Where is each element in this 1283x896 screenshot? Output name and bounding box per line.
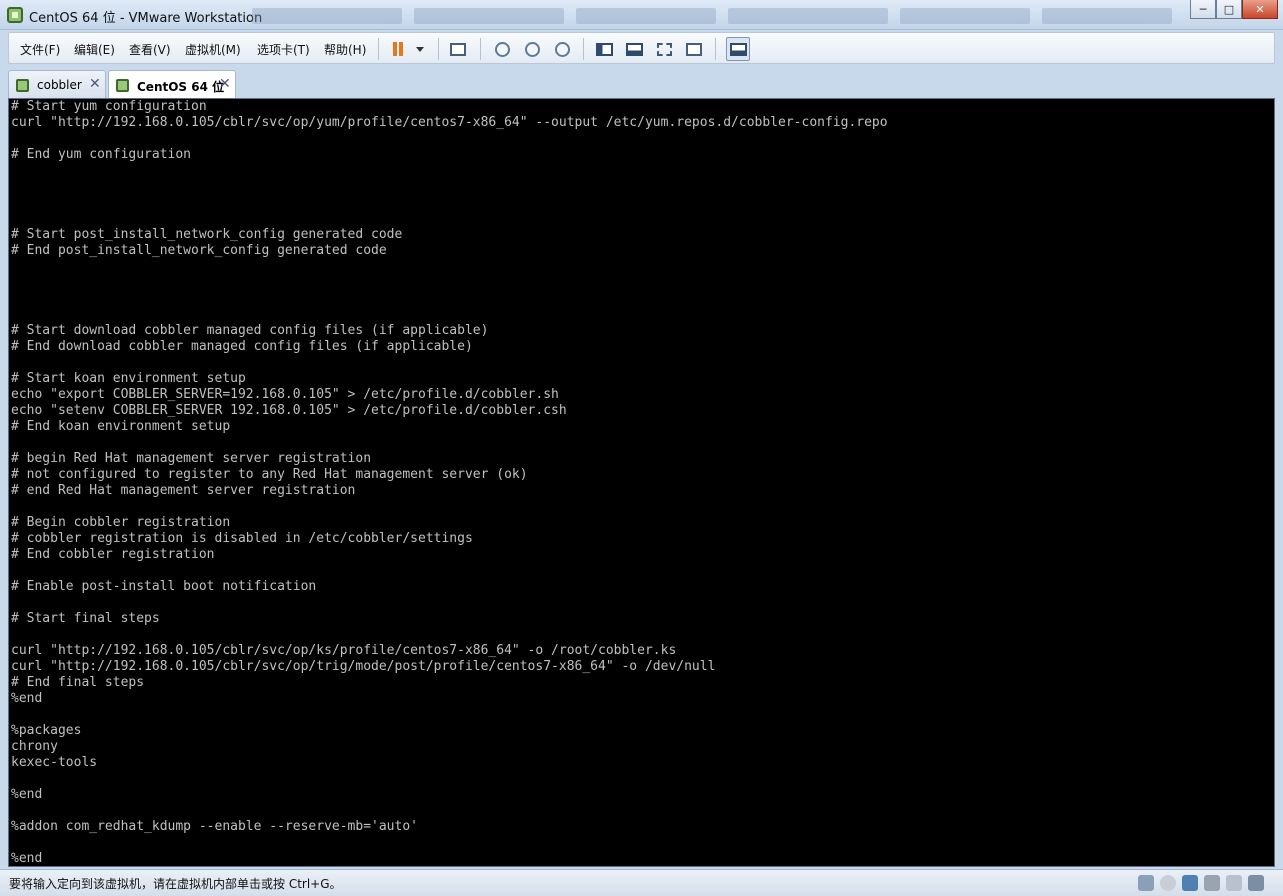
full-screen-icon[interactable]	[654, 39, 674, 59]
vm-icon	[16, 79, 29, 92]
console-line: # Start koan environment setup	[11, 371, 246, 386]
background-taskbar-strip	[252, 8, 1172, 24]
menu-toolbar: 文件(F) 编辑(E) 查看(V) 虚拟机(M) 选项卡(T) 帮助(H)	[8, 32, 1275, 64]
vmware-app-icon	[7, 7, 23, 23]
close-icon[interactable]: ✕	[89, 76, 101, 92]
toolbar-separator	[583, 38, 584, 60]
console-line: # cobbler registration is disabled in /e…	[11, 531, 473, 546]
hard-disk-icon[interactable]	[1138, 875, 1154, 891]
menu-view[interactable]: 查看(V)	[129, 41, 171, 58]
console-line: curl "http://192.168.0.105/cblr/svc/op/t…	[11, 659, 716, 674]
menu-tabs[interactable]: 选项卡(T)	[257, 41, 310, 58]
maximize-button[interactable]: □	[1216, 0, 1242, 19]
console-line: # not configured to register to any Red …	[11, 467, 528, 482]
menu-file[interactable]: 文件(F)	[20, 41, 60, 58]
status-bar: 要将输入定向到该虚拟机，请在虚拟机内部单击或按 Ctrl+G。	[0, 869, 1283, 896]
console-line: curl "http://192.168.0.105/cblr/svc/op/k…	[11, 643, 677, 658]
window-title: CentOS 64 位 - VMware Workstation	[29, 11, 263, 26]
sound-icon[interactable]	[1226, 875, 1242, 891]
console-line: # End koan environment setup	[11, 419, 231, 434]
console-line: # Start final steps	[11, 611, 160, 626]
console-line: echo "export COBBLER_SERVER=192.168.0.10…	[11, 387, 559, 402]
console-line: # End post_install_network_config genera…	[11, 243, 387, 258]
console-line: # End download cobbler managed config fi…	[11, 339, 473, 354]
console-line: # Start post_install_network_config gene…	[11, 227, 403, 242]
printer-icon[interactable]	[1204, 875, 1220, 891]
vm-icon	[116, 79, 129, 92]
console-line: %end	[11, 691, 43, 706]
toolbar-separator	[438, 38, 439, 60]
revert-snapshot-icon[interactable]	[522, 39, 542, 59]
toolbar-separator	[715, 38, 716, 60]
console-line: # Enable post-install boot notification	[11, 579, 317, 594]
send-ctrl-alt-del-icon[interactable]	[448, 39, 468, 59]
title-bar: CentOS 64 位 - VMware Workstation ─ □ ✕	[0, 0, 1283, 30]
window-controls: ─ □ ✕	[1190, 0, 1278, 20]
show-thumbnail-bar-icon[interactable]	[624, 39, 644, 59]
close-icon[interactable]: ✕	[219, 76, 231, 92]
tab-label: CentOS 64 位	[137, 80, 225, 94]
tab-centos[interactable]: CentOS 64 位 ✕	[108, 70, 236, 99]
toolbar-separator	[480, 38, 481, 60]
console-line: # Start download cobbler managed config …	[11, 323, 489, 338]
menu-help[interactable]: 帮助(H)	[324, 41, 366, 58]
minimize-button[interactable]: ─	[1190, 0, 1216, 19]
console-line: kexec-tools	[11, 755, 98, 770]
dropdown-caret-icon[interactable]	[410, 39, 430, 59]
console-line: # End yum configuration	[11, 147, 192, 162]
console-line: # End cobbler registration	[11, 547, 215, 562]
menu-vm[interactable]: 虚拟机(M)	[185, 41, 241, 58]
pause-icon[interactable]	[388, 39, 408, 59]
cd-dvd-icon[interactable]	[1160, 875, 1176, 891]
toolbar-separator	[378, 38, 379, 60]
console-line: chrony	[11, 739, 58, 754]
snapshot-icon[interactable]	[492, 39, 512, 59]
usb-icon[interactable]	[1248, 875, 1264, 891]
show-library-icon[interactable]	[594, 39, 614, 59]
console-line: curl "http://192.168.0.105/cblr/svc/op/y…	[11, 115, 888, 130]
tab-label: cobbler	[37, 78, 82, 92]
console-line: %end	[11, 787, 43, 802]
console-line: %packages	[11, 723, 82, 738]
console-line: %end	[11, 851, 43, 866]
close-button[interactable]: ✕	[1242, 0, 1278, 19]
console-view-icon[interactable]	[726, 37, 750, 61]
console-line: %addon com_redhat_kdump --enable --reser…	[11, 819, 418, 834]
menu-edit[interactable]: 编辑(E)	[74, 41, 115, 58]
network-icon[interactable]	[1182, 875, 1198, 891]
console-line: # Start yum configuration	[11, 99, 207, 114]
snapshot-manager-icon[interactable]	[552, 39, 572, 59]
console-line: # End final steps	[11, 675, 145, 690]
unity-icon[interactable]	[684, 39, 704, 59]
tab-cobbler[interactable]: cobbler ✕	[8, 70, 106, 98]
vm-console[interactable]: # Start yum configuration curl "http://19…	[8, 98, 1275, 867]
vm-tab-strip: cobbler ✕ CentOS 64 位 ✕	[8, 70, 1275, 99]
console-line: # begin Red Hat management server regist…	[11, 451, 372, 466]
console-line: echo "setenv COBBLER_SERVER 192.168.0.10…	[11, 403, 567, 418]
console-line: # Begin cobbler registration	[11, 515, 231, 530]
console-line: # end Red Hat management server registra…	[11, 483, 356, 498]
status-message: 要将输入定向到该虚拟机，请在虚拟机内部单击或按 Ctrl+G。	[9, 877, 342, 891]
